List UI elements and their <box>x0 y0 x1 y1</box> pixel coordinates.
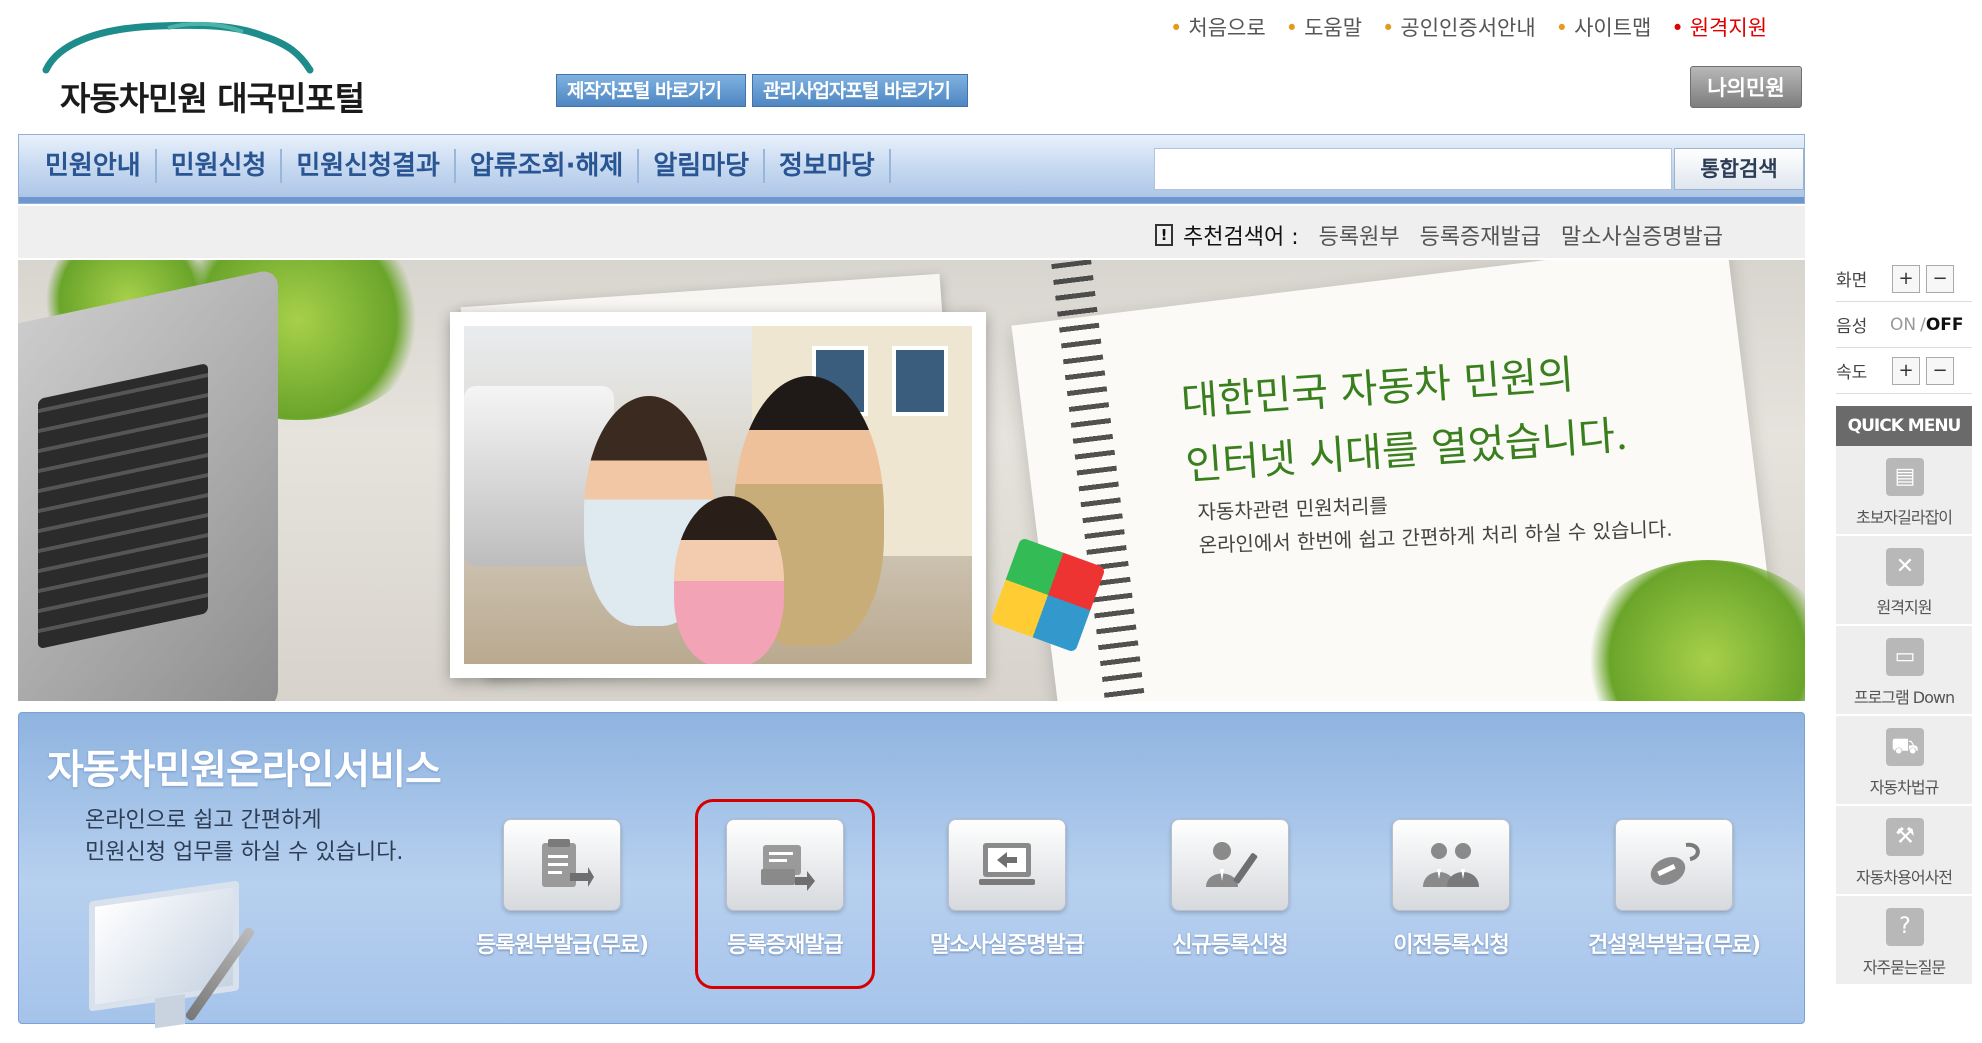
keyword-registration-ledger[interactable]: 등록원부 <box>1319 219 1400 251</box>
top-link-sitemap[interactable]: 사이트맵 <box>1556 12 1651 42</box>
quick-menu-title: QUICK MENU <box>1836 406 1972 446</box>
quick-item-program-download[interactable]: ▭ 프로그램 Down <box>1836 626 1972 716</box>
navbar-bottom-border <box>19 197 1804 203</box>
quick-item-label: 초보자길라잡이 <box>1855 508 1953 527</box>
online-services-panel: 자동차민원온라인서비스 온라인으로 쉽고 간편하게 민원신청 업무를 하실 수 … <box>18 712 1805 1024</box>
quick-item-label: 자동차용어사전 <box>1855 868 1953 887</box>
monitor-icon: ▭ <box>1886 638 1924 676</box>
service-transfer-registration[interactable]: 이전등록신청 <box>1351 819 1551 979</box>
service-label: 건설원부발급(무료) <box>1587 933 1761 958</box>
voice-control: 음성 ON / OFF <box>1836 302 1972 348</box>
quick-item-car-law[interactable]: ⛟ 자동차법규 <box>1836 716 1972 806</box>
main-navbar: 민원안내 민원신청 민원신청결과 압류조회·해제 알림마당 정보마당 통합검색 <box>18 134 1805 204</box>
service-label: 등록원부발급(무료) <box>475 933 649 958</box>
construction-icon <box>1650 842 1700 886</box>
service-construction-ledger[interactable]: 건설원부발급(무료) <box>1574 819 1774 979</box>
service-label: 신규등록신청 <box>1172 933 1288 958</box>
recommended-keywords: ! 추천검색어 : 등록원부 등록증재발급 말소사실증명발급 <box>1155 219 1737 251</box>
top-link-help[interactable]: 도움말 <box>1286 12 1362 42</box>
document-icon: ▤ <box>1886 458 1924 496</box>
top-link-home[interactable]: 처음으로 <box>1170 12 1265 42</box>
wrench-icon: ⚒ <box>1886 818 1924 856</box>
person-pen-icon <box>1206 842 1258 887</box>
car-icon: ⛟ <box>1886 728 1924 766</box>
question-doc-icon: ? <box>1886 908 1924 946</box>
recommended-label: 추천검색어 : <box>1183 225 1299 250</box>
menu-item-results[interactable]: 민원신청결과 <box>282 149 456 183</box>
tools-icon: ✕ <box>1886 548 1924 586</box>
screen-zoom-in-button[interactable]: + <box>1892 264 1920 293</box>
family-photo <box>450 312 986 678</box>
screen-label: 화면 <box>1836 271 1868 291</box>
right-sidebar: 화면 + − 음성 ON / OFF 속도 + − QUICK MENU ▤ 초… <box>1836 256 1972 986</box>
service-label: 말소사실증명발급 <box>930 933 1085 958</box>
quick-item-remote-support[interactable]: ✕ 원격지원 <box>1836 536 1972 626</box>
search-button[interactable]: 통합검색 <box>1674 148 1804 190</box>
speed-down-button[interactable]: − <box>1926 356 1954 385</box>
exclamation-icon: ! <box>1155 224 1173 246</box>
quick-item-label: 자주묻는질문 <box>1862 958 1946 977</box>
top-link-remote-support[interactable]: 원격지원 <box>1671 12 1767 42</box>
quick-item-car-dictionary[interactable]: ⚒ 자동차용어사전 <box>1836 806 1972 896</box>
speed-label: 속도 <box>1836 363 1868 383</box>
voice-label: 음성 <box>1836 317 1868 337</box>
computer-arrow-icon <box>979 843 1035 885</box>
keyword-deregistration[interactable]: 말소사실증명발급 <box>1561 219 1723 251</box>
document-clipboard-icon <box>542 839 594 887</box>
screen-zoom-control: 화면 + − <box>1836 256 1972 302</box>
services-subtitle-line-1: 온라인으로 쉽고 간편하게 <box>85 808 322 833</box>
site-logo[interactable]: 자동차민원 대국민포털 <box>38 14 398 118</box>
my-civil-button[interactable]: 나의민원 <box>1690 66 1802 108</box>
services-subtitle-line-2: 민원신청 업무를 하실 수 있습니다. <box>85 840 404 865</box>
menu-item-seizure[interactable]: 압류조회·해제 <box>456 149 640 183</box>
menu-item-guide[interactable]: 민원안내 <box>31 149 157 183</box>
two-persons-icon <box>1423 843 1479 887</box>
service-deregistration-cert[interactable]: 말소사실증명발급 <box>907 819 1107 979</box>
voice-on-toggle[interactable]: ON <box>1890 315 1916 335</box>
top-links: 처음으로 도움말 공인인증서안내 사이트맵 원격지원 <box>1170 12 1767 42</box>
service-label: 등록증재발급 <box>727 933 843 958</box>
maker-portal-button[interactable]: 제작자포털 바로가기 <box>556 74 746 107</box>
quick-item-label: 자동차법규 <box>1869 778 1940 797</box>
quick-item-label: 프로그램 Down <box>1853 688 1955 707</box>
quick-item-beginner-guide[interactable]: ▤ 초보자길라잡이 <box>1836 446 1972 536</box>
business-portal-button[interactable]: 관리사업자포털 바로가기 <box>752 74 968 107</box>
service-new-registration[interactable]: 신규등록신청 <box>1130 819 1330 979</box>
quick-item-faq[interactable]: ? 자주묻는질문 <box>1836 896 1972 986</box>
service-reissue-card[interactable]: 등록증재발급 <box>685 799 885 989</box>
search-input[interactable] <box>1154 148 1672 190</box>
service-label: 이전등록신청 <box>1393 933 1509 958</box>
top-link-certificate[interactable]: 공인인증서안내 <box>1382 12 1535 42</box>
speed-up-button[interactable]: + <box>1892 356 1920 385</box>
services-title: 자동차민원온라인서비스 <box>47 747 442 793</box>
menu-item-notice[interactable]: 알림마당 <box>639 149 765 183</box>
menu-item-apply[interactable]: 민원신청 <box>157 149 283 183</box>
voice-off-toggle[interactable]: OFF <box>1926 315 1964 335</box>
laptop-image <box>18 268 278 701</box>
monitor-illustration <box>89 880 239 1012</box>
services-subtitle: 온라인으로 쉽고 간편하게 민원신청 업무를 하실 수 있습니다. <box>85 805 403 869</box>
quick-item-label: 원격지원 <box>1876 598 1933 617</box>
logo-text: 자동차민원 대국민포털 <box>60 79 365 118</box>
keyword-reissue[interactable]: 등록증재발급 <box>1420 219 1541 251</box>
main-banner: 대한민국 자동차 민원의 인터넷 시대를 열었습니다. 자동차관련 민원처리를 … <box>18 260 1805 701</box>
service-registration-ledger[interactable]: 등록원부발급(무료) <box>462 819 662 979</box>
screen-zoom-out-button[interactable]: − <box>1926 264 1954 293</box>
speed-control: 속도 + − <box>1836 348 1972 394</box>
logo-car-curve-icon <box>42 21 314 74</box>
reissue-card-icon <box>761 845 815 891</box>
main-menu: 민원안내 민원신청 민원신청결과 압류조회·해제 알림마당 정보마당 <box>31 149 891 183</box>
menu-item-info[interactable]: 정보마당 <box>765 149 891 183</box>
